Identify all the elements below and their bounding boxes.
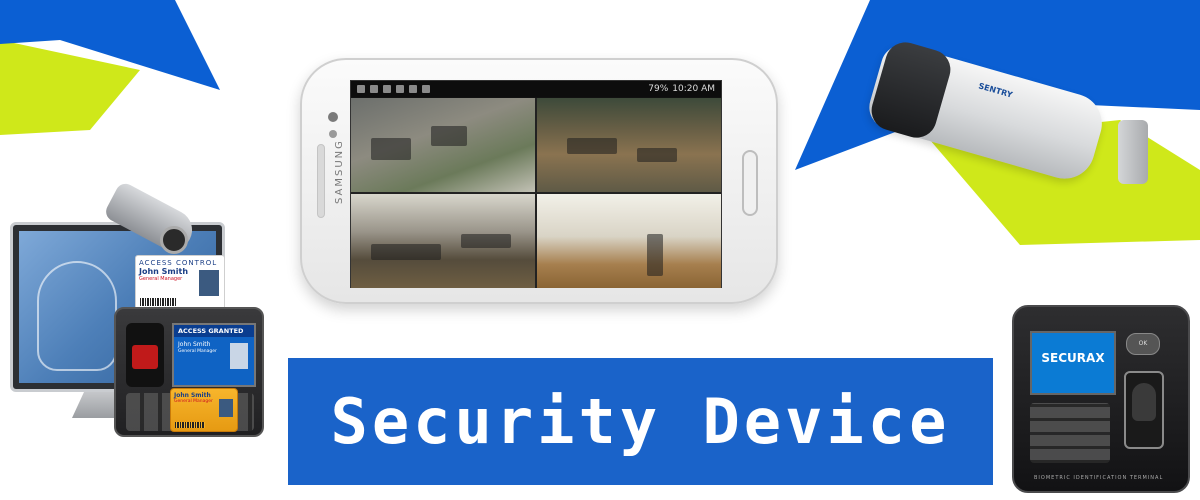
person-photo-icon [230,343,248,369]
id-card: John Smith General Manager [170,388,238,432]
card-header: ACCESS CONTROL [139,259,218,267]
fingerprint-scanner [1124,371,1164,449]
notification-icons [357,85,430,93]
home-button [742,150,758,216]
terminal-brand: SECURAX [1041,351,1105,365]
notification-icon [370,85,378,93]
barcode-icon [175,422,205,428]
fingerprint-sensor-icon [1132,383,1156,421]
speaker-grill [317,144,325,218]
smartphone: 79% 10:20 AM [300,58,778,304]
notification-icon [357,85,365,93]
person-photo-icon [199,270,219,296]
front-camera-icon [328,112,338,122]
camera-grid [351,98,721,288]
barcode-icon [140,298,176,306]
id-card-name: John Smith [174,392,211,399]
reader-display: ACCESS GRANTED John Smith General Manage… [172,323,256,387]
camera-feed-office[interactable] [537,98,721,192]
notification-icon [409,85,417,93]
battery-level: 79% [648,84,669,94]
title-banner: Security Device [288,358,993,485]
ok-button: OK [1126,333,1160,355]
clock: 10:20 AM [672,84,715,94]
camera-feed-lobby[interactable] [351,194,535,288]
fingerprint-sensor-icon [132,345,158,369]
person-photo-icon [219,399,233,417]
camera-feed-parking[interactable] [351,98,535,192]
phone-screen: 79% 10:20 AM [350,80,722,288]
camera-feed-hallway[interactable] [537,194,721,288]
hand-scan-icon [37,261,117,371]
page-title: Security Device [330,385,951,458]
terminal-footer: BIOMETRIC IDENTIFICATION TERMINAL [1034,475,1164,481]
camera-lens-icon [160,226,188,254]
notification-icon [383,85,391,93]
access-control-card: ACCESS CONTROL John Smith General Manage… [135,255,225,311]
sensor-icon [329,130,337,138]
access-status: ACCESS GRANTED [174,325,254,337]
biometric-terminal: SECURAX OK BIOMETRIC IDENTIFICATION TERM… [1012,305,1190,493]
camera-wall-mount [1118,120,1148,184]
terminal-screen: SECURAX [1030,331,1116,395]
status-right: 79% 10:20 AM [648,84,715,94]
fingerprint-scanner [126,323,164,387]
notification-icon [396,85,404,93]
notification-icon [422,85,430,93]
status-bar: 79% 10:20 AM [351,81,721,97]
banner-canvas: 79% 10:20 AM SAMSUNG ACCESS CONTROL John… [0,0,1200,500]
phone-brand: SAMSUNG [334,139,345,204]
terminal-keypad [1030,403,1110,463]
